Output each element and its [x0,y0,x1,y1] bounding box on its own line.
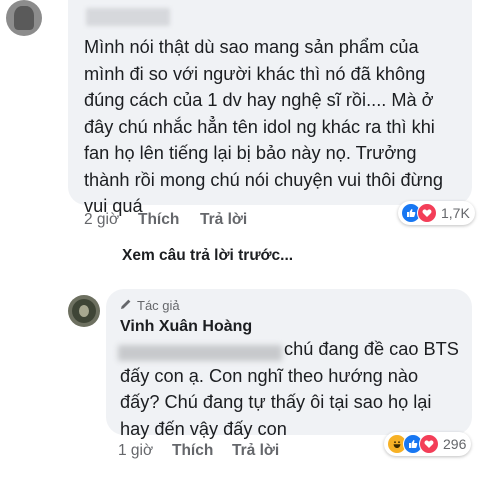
author-badge: Tác giả [120,298,180,313]
comment-reactions[interactable]: 1,7K [398,201,475,225]
love-icon [419,434,439,454]
love-icon [417,203,437,223]
view-previous-replies-link[interactable]: Xem câu trả lời trước... [122,247,293,265]
reply-reaction-count: 296 [443,436,467,452]
comment-time[interactable]: 2 giờ [84,211,119,229]
pencil-icon [120,298,132,313]
commenter-avatar[interactable] [6,0,42,36]
reply-text: chú đang đề cao BTS đấy con ạ. Con nghĩ … [120,336,460,442]
redacted-commenter-name [86,8,170,26]
reply-reactions[interactable]: 296 [384,432,472,456]
reply-reply-button[interactable]: Trả lời [232,442,279,460]
reply-time[interactable]: 1 giờ [118,442,153,460]
reply-like-button[interactable]: Thích [172,442,213,460]
comment-reaction-count: 1,7K [441,205,470,221]
comment-reply-button[interactable]: Trả lời [200,211,247,229]
reply-author-name[interactable]: Vinh Xuân Hoàng [120,318,252,336]
author-badge-label: Tác giả [137,298,180,313]
comment-like-button[interactable]: Thích [138,211,179,229]
author-avatar[interactable] [68,295,100,327]
comment-text: Mình nói thật dù sao mang sản phẩm của m… [84,37,443,216]
reply-text-content: chú đang đề cao BTS đấy con ạ. Con nghĩ … [120,339,459,439]
